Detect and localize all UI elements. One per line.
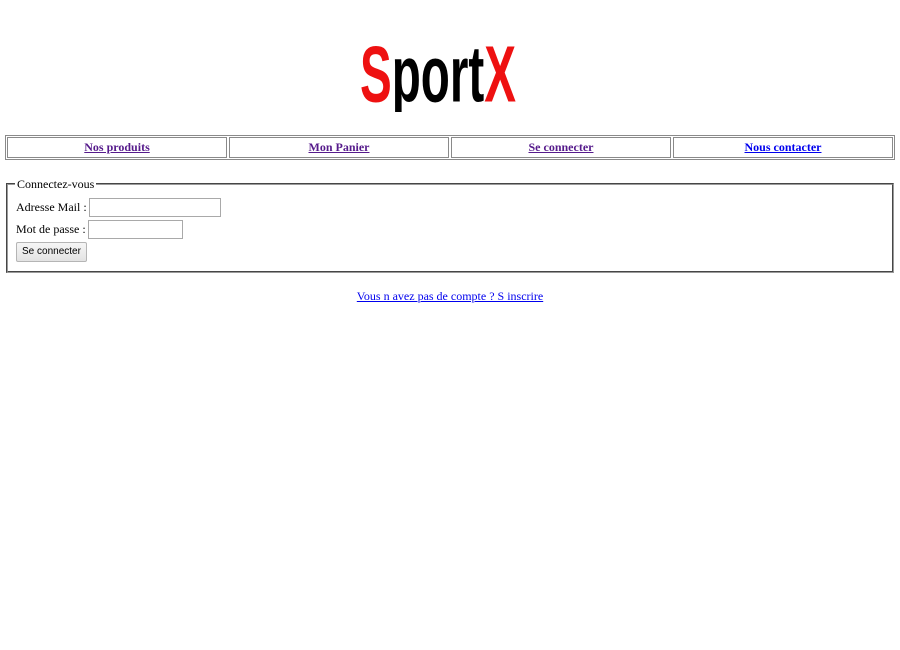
login-submit-button[interactable]: Se connecter: [16, 242, 87, 262]
register-link-container: Vous n avez pas de compte ? S inscrire: [0, 289, 900, 304]
login-legend: Connectez-vous: [15, 177, 97, 191]
email-field[interactable]: [88, 198, 221, 217]
nav-link-cart[interactable]: Mon Panier: [309, 140, 370, 155]
register-link[interactable]: Vous n avez pas de compte ? S inscrire: [357, 289, 543, 303]
email-label: Adresse Mail :: [16, 200, 87, 214]
nav-link-contact[interactable]: Nous contacter: [745, 140, 822, 155]
main-nav: Nos produits Mon Panier Se connecter Nou…: [5, 135, 895, 160]
password-row: Mot de passe :: [16, 220, 183, 239]
nav-cell-products: Nos produits: [7, 137, 227, 158]
logo-letters-port: port: [392, 30, 485, 112]
nav-cell-contact: Nous contacter: [673, 137, 893, 158]
svg-text:SportX: SportX: [360, 30, 516, 112]
logo-letter-s: S: [360, 30, 392, 112]
logo-letter-x: X: [484, 30, 516, 112]
nav-link-products[interactable]: Nos produits: [84, 140, 149, 155]
email-row: Adresse Mail :: [16, 198, 221, 217]
nav-cell-cart: Mon Panier: [229, 137, 449, 158]
nav-link-login[interactable]: Se connecter: [529, 140, 594, 155]
page: SportX Nos produits Mon Panier Se connec…: [0, 0, 900, 650]
login-form: Connectez-vous Adresse Mail : Mot de pas…: [6, 177, 894, 273]
password-field[interactable]: [87, 220, 183, 239]
password-label: Mot de passe :: [16, 222, 86, 236]
nav-cell-login: Se connecter: [451, 137, 671, 158]
logo-graphic: SportX: [360, 30, 516, 112]
sportx-logo[interactable]: SportX: [360, 30, 520, 112]
